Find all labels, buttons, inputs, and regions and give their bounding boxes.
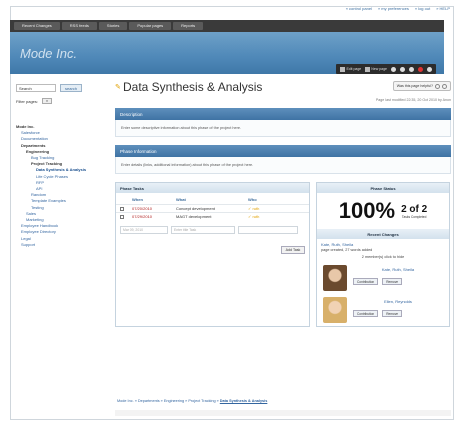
description-header: Description bbox=[115, 108, 451, 120]
breadcrumb-current: Data Synthesis & Analysis bbox=[219, 399, 268, 403]
new-task-date-input[interactable]: Mar 09, 2010 bbox=[120, 226, 168, 234]
page-tree: Mode Inc. Salesforce Documentation Departme… bbox=[16, 124, 100, 248]
edit-icon bbox=[340, 66, 346, 72]
task-title: MAGT development bbox=[176, 214, 212, 219]
phase-status-panel: Phase Status 100% 2 of 2 Tasks Completed… bbox=[316, 182, 450, 327]
nav-reports[interactable]: Reports bbox=[173, 22, 204, 30]
completion-caption: Tasks Completed bbox=[401, 214, 427, 219]
task-title: Concept development bbox=[176, 206, 215, 211]
member-card: Kate, Ruth, Sheila Contribution Remove bbox=[317, 262, 449, 294]
nav-stories[interactable]: Stories bbox=[98, 22, 128, 30]
avatar bbox=[323, 265, 347, 291]
filter-label: Filter pages: bbox=[16, 98, 39, 104]
header-banner: Mode Inc. Edit page New page bbox=[10, 32, 444, 74]
task-owner: ✓ ruth bbox=[248, 214, 260, 219]
completion-percent: 100% bbox=[338, 198, 396, 223]
search-button[interactable]: search bbox=[60, 84, 83, 92]
preferences-link[interactable]: » my preferences bbox=[378, 6, 409, 11]
edit-page-label: Edit page bbox=[346, 67, 362, 71]
completion-fraction: 2 of 2 bbox=[401, 203, 428, 215]
last-modified: Page last modified 22:35, 20 Oct 2010 by… bbox=[375, 98, 451, 102]
brand-logo[interactable]: Mode Inc. bbox=[20, 46, 77, 61]
nav-recent-changes[interactable]: Recent Changes bbox=[14, 22, 60, 30]
task-date: 07/29/2010 bbox=[132, 214, 153, 219]
helpful-widget[interactable]: Was this page helpful? bbox=[392, 81, 451, 91]
add-task-button[interactable]: Add Task bbox=[281, 246, 305, 254]
col-who: Who bbox=[248, 197, 257, 202]
control-panel-link[interactable]: « control panel bbox=[346, 6, 372, 11]
help-link[interactable]: » HELP bbox=[436, 6, 450, 11]
contribution-button[interactable]: Contribution bbox=[353, 278, 379, 285]
task-row[interactable]: 07/20/2010 Concept development ✓ ruth bbox=[116, 204, 309, 212]
sidebar: Search search Filter pages: ▾ Mode Inc. S… bbox=[16, 84, 100, 248]
tag-icon[interactable] bbox=[418, 66, 423, 72]
new-task-title-input[interactable]: Enter title Task bbox=[171, 226, 235, 234]
task-checkbox[interactable] bbox=[120, 206, 124, 211]
member-name[interactable]: Kate, Ruth, Sheila bbox=[353, 267, 443, 272]
new-page-icon bbox=[365, 66, 371, 72]
filter-select[interactable]: ▾ bbox=[42, 98, 53, 104]
recent-changes-title: Recent Changes bbox=[317, 229, 449, 239]
phase-tasks-panel: Phase Tasks When What Who 07/20/2010 Con… bbox=[115, 182, 310, 327]
new-page-label: New page bbox=[371, 67, 387, 71]
member-card: Ellen, Reynolds Contribution Remove bbox=[317, 294, 449, 326]
recent-change-author[interactable]: Kate, Ruth, Sheila bbox=[317, 239, 449, 247]
task-checkbox[interactable] bbox=[120, 214, 124, 219]
thumbs-down-icon[interactable] bbox=[442, 83, 447, 89]
footer bbox=[115, 410, 451, 416]
breadcrumb-path[interactable]: Mode Inc. » Departments » Engineering » … bbox=[117, 399, 220, 403]
members-toggle[interactable]: 2 member(s) click to hide bbox=[317, 253, 449, 262]
phase-info-body: Enter details (links, additional informa… bbox=[115, 157, 451, 174]
nav-popular-pages[interactable]: Popular pages bbox=[129, 22, 172, 30]
contribution-button[interactable]: Contribution bbox=[353, 310, 379, 317]
nav-rss-feeds[interactable]: RSS feeds bbox=[61, 22, 97, 30]
page-toolbar: Edit page New page bbox=[336, 64, 436, 74]
email-icon[interactable] bbox=[400, 66, 405, 72]
edit-page-button[interactable]: Edit page bbox=[340, 66, 362, 72]
main-content: ✎ Data Synthesis & Analysis Was this pag… bbox=[115, 80, 451, 327]
more-icon[interactable] bbox=[427, 66, 432, 72]
task-row[interactable]: 07/29/2010 MAGT development ✓ ruth bbox=[116, 212, 309, 220]
settings-icon[interactable] bbox=[409, 66, 414, 72]
avatar bbox=[323, 297, 347, 323]
nav-bar: Recent Changes RSS feeds Stories Popular… bbox=[10, 20, 444, 32]
tree-item[interactable]: Support bbox=[16, 242, 100, 248]
task-date: 07/20/2010 bbox=[132, 206, 153, 211]
new-page-button[interactable]: New page bbox=[365, 66, 387, 72]
helpful-label: Was this page helpful? bbox=[396, 84, 433, 88]
breadcrumb: Mode Inc. » Departments » Engineering » … bbox=[117, 399, 267, 403]
col-what: What bbox=[176, 197, 186, 202]
remove-button[interactable]: Remove bbox=[382, 310, 403, 317]
col-when: When bbox=[132, 197, 143, 202]
page-title: Data Synthesis & Analysis bbox=[123, 80, 263, 94]
top-links: « control panel » my preferences » log o… bbox=[346, 6, 450, 11]
phase-info-header: Phase Information bbox=[115, 145, 451, 157]
search-input[interactable]: Search bbox=[16, 84, 56, 92]
pencil-icon: ✎ bbox=[115, 84, 121, 91]
thumbs-up-icon[interactable] bbox=[435, 83, 440, 89]
task-owner: ✓ ruth bbox=[248, 206, 260, 211]
member-name[interactable]: Ellen, Reynolds bbox=[353, 299, 443, 304]
phase-status-title: Phase Status bbox=[317, 183, 449, 193]
description-body: Enter some descriptive information about… bbox=[115, 120, 451, 137]
phase-tasks-title: Phase Tasks bbox=[116, 183, 309, 193]
new-task-owner-input[interactable] bbox=[238, 226, 298, 234]
logout-link[interactable]: » log out bbox=[415, 6, 430, 11]
print-icon[interactable] bbox=[391, 66, 396, 72]
remove-button[interactable]: Remove bbox=[382, 278, 403, 285]
